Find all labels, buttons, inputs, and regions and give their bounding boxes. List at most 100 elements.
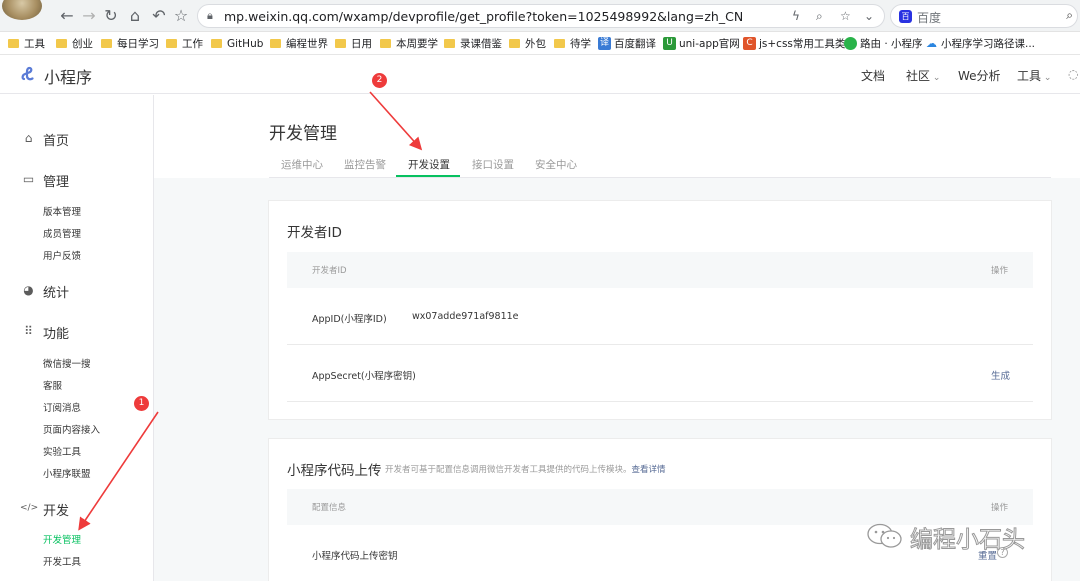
bookmark-folder[interactable]: 编程世界 xyxy=(270,36,328,52)
bookmark-folder[interactable]: 创业 xyxy=(56,36,93,52)
zoom-icon[interactable]: ⌕ xyxy=(816,9,823,24)
home-icon[interactable]: ⌂ xyxy=(124,5,146,27)
card-description: 开发者可基于配置信息调用微信开发者工具提供的代码上传模块。查看详情 xyxy=(385,465,666,475)
wechat-icon xyxy=(844,37,857,50)
star-icon[interactable]: ☆ xyxy=(170,5,192,27)
tab-dev-settings[interactable]: 开发设置 xyxy=(408,157,450,172)
translate-icon: 译 xyxy=(598,37,611,50)
wechat-watermark-icon xyxy=(867,523,902,548)
reload-icon[interactable]: ↻ xyxy=(100,5,122,27)
code-icon: </> xyxy=(20,503,39,513)
miniprogram-logo-icon[interactable] xyxy=(20,65,38,83)
search-icon[interactable]: ⌕ xyxy=(1066,8,1073,23)
bookmark-link[interactable]: Cjs+css常用工具类 xyxy=(743,36,845,52)
search-input[interactable]: 百 百度 ⌕ xyxy=(890,4,1078,28)
nav-docs[interactable]: 文档 xyxy=(861,67,885,84)
bookmark-star-icon[interactable]: ☆ xyxy=(840,9,851,23)
code-upload-card: 小程序代码上传 开发者可基于配置信息调用微信开发者工具提供的代码上传模块。查看详… xyxy=(269,439,1051,581)
bookmark-folder[interactable]: 录课借鉴 xyxy=(444,36,502,52)
card-title: 开发者ID xyxy=(287,225,342,241)
table-row: AppSecret(小程序密钥) 生成 xyxy=(287,345,1033,402)
inbox-icon: ▭ xyxy=(22,172,35,186)
sidebar-item-dev-tools[interactable]: 开发工具 xyxy=(43,554,81,568)
forward-icon[interactable]: → xyxy=(78,5,100,27)
nav-community[interactable]: 社区 ⌄ xyxy=(906,67,940,84)
home-icon: ⌂ xyxy=(24,131,33,145)
bookmark-folder[interactable]: 工作 xyxy=(166,36,203,52)
bookmark-link[interactable]: 译百度翻译 xyxy=(598,36,656,52)
tab-bar: 运维中心 监控告警 开发设置 接口设置 安全中心 xyxy=(269,152,1051,178)
folder-icon xyxy=(56,39,67,48)
tab-security-center[interactable]: 安全中心 xyxy=(535,157,577,172)
bell-icon[interactable]: ◌ xyxy=(1068,67,1078,81)
nav-tools[interactable]: 工具 ⌄ xyxy=(1017,67,1051,84)
folder-icon xyxy=(270,39,281,48)
column-header: 操作 xyxy=(991,266,1009,276)
appid-value: wx07adde971af9811e xyxy=(412,311,519,322)
sidebar-item-alliance[interactable]: 小程序联盟 xyxy=(43,466,91,480)
chevron-down-icon: ⌄ xyxy=(930,73,941,83)
uniapp-icon: U xyxy=(663,37,676,50)
chevron-down-icon: ⌄ xyxy=(1041,73,1052,83)
css-tool-icon: C xyxy=(743,37,756,50)
back-icon[interactable]: ← xyxy=(56,5,78,27)
bookmark-folder[interactable]: 工具 xyxy=(8,36,45,52)
lightning-icon[interactable]: ϟ xyxy=(792,9,800,23)
bookmark-folder[interactable]: 日用 xyxy=(335,36,372,52)
sidebar-item-feedback[interactable]: 用户反馈 xyxy=(43,248,81,262)
address-bar[interactable]: 🔒︎ mp.weixin.qq.com/wxamp/devprofile/get… xyxy=(197,4,885,28)
bookmark-folder[interactable]: 待学 xyxy=(554,36,591,52)
sidebar-item-wechat-search[interactable]: 微信搜一搜 xyxy=(43,356,91,370)
profile-avatar[interactable] xyxy=(2,0,42,20)
bookmark-folder[interactable]: 每日学习 xyxy=(101,36,159,52)
sidebar-item-dev-management[interactable]: 开发管理 xyxy=(43,532,81,546)
bookmark-folder[interactable]: GitHub xyxy=(211,36,263,52)
column-header: 操作 xyxy=(991,503,1009,513)
page-title: 开发管理 xyxy=(269,124,337,144)
sidebar-item-customer-service[interactable]: 客服 xyxy=(43,378,62,392)
sidebar-item-lab-tools[interactable]: 实验工具 xyxy=(43,444,81,458)
active-tab-indicator xyxy=(396,175,460,177)
chevron-down-icon[interactable]: ⌄ xyxy=(864,9,874,23)
bookmark-link[interactable]: 路由 · 小程序 xyxy=(844,36,923,52)
folder-icon xyxy=(166,39,177,48)
bookmark-link[interactable]: Uuni-app官网 xyxy=(663,36,740,52)
sidebar-item-version[interactable]: 版本管理 xyxy=(43,204,81,218)
app-title: 小程序 xyxy=(44,68,93,87)
grid-icon: ⠿ xyxy=(24,324,33,338)
bookmark-folder[interactable]: 本周要学 xyxy=(380,36,438,52)
folder-icon xyxy=(8,39,19,48)
folder-icon xyxy=(335,39,346,48)
sidebar-item-members[interactable]: 成员管理 xyxy=(43,226,81,240)
table-row: AppID(小程序ID) wx07adde971af9811e xyxy=(287,288,1033,345)
arrow-to-dev-settings-tab xyxy=(369,91,423,151)
baidu-logo-icon: 百 xyxy=(899,10,912,23)
tab-api-settings[interactable]: 接口设置 xyxy=(472,157,514,172)
nav-we-analysis[interactable]: We分析 xyxy=(958,67,1001,84)
developer-id-card: 开发者ID 开发者ID 操作 AppID(小程序ID) wx07adde971a… xyxy=(269,201,1051,419)
tab-monitor-alerts[interactable]: 监控告警 xyxy=(344,157,386,172)
folder-icon xyxy=(380,39,391,48)
url-text: mp.weixin.qq.com/wxamp/devprofile/get_pr… xyxy=(224,9,744,24)
column-header: 配置信息 xyxy=(312,503,347,513)
tab-ops-center[interactable]: 运维中心 xyxy=(281,157,323,172)
appid-label: AppID(小程序ID) xyxy=(312,314,387,325)
bookmark-folder[interactable]: 外包 xyxy=(509,36,546,52)
generate-secret-button[interactable]: 生成 xyxy=(991,368,1010,382)
app-header: 小程序 文档 社区 ⌄ We分析 工具 ⌄ ◌ xyxy=(0,56,1080,94)
pie-chart-icon: ◕ xyxy=(23,283,34,297)
folder-icon xyxy=(211,39,222,48)
view-details-link[interactable]: 查看详情 xyxy=(632,465,666,475)
folder-icon xyxy=(554,39,565,48)
browser-toolbar: ← → ↻ ⌂ ↶ ☆ 🔒︎ mp.weixin.qq.com/wxamp/de… xyxy=(0,0,1080,32)
annotation-marker-1: 1 xyxy=(134,396,149,411)
undo-icon[interactable]: ↶ xyxy=(148,5,170,27)
sidebar-item-page-content[interactable]: 页面内容接入 xyxy=(43,422,100,436)
folder-icon xyxy=(101,39,112,48)
annotation-marker-2: 2 xyxy=(372,73,387,88)
bookmarks-bar: 工具 创业 每日学习 工作 GitHub 编程世界 日用 本周要学 录课借鉴 外… xyxy=(0,33,1080,55)
sidebar-item-subscribe-msg[interactable]: 订阅消息 xyxy=(43,400,81,414)
lock-icon: 🔒︎ xyxy=(207,9,213,22)
bookmark-link[interactable]: ☁ 小程序学习路径课... xyxy=(925,36,1035,52)
upload-key-label: 小程序代码上传密钥 xyxy=(312,551,398,562)
